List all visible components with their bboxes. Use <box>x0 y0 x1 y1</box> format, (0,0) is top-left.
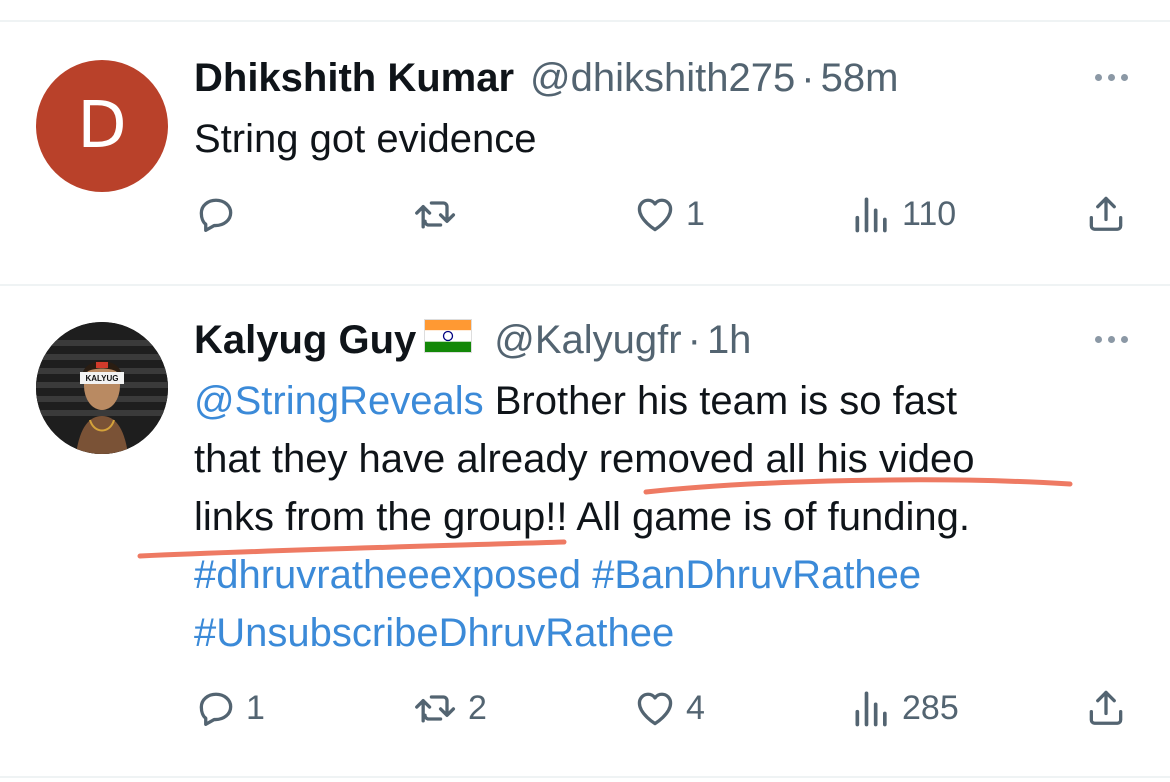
heart-icon <box>637 692 673 726</box>
text-line-3: links from the group!! All game is of fu… <box>194 495 970 539</box>
action-bar: 1 2 4 285 <box>0 686 1170 736</box>
share-button[interactable] <box>1084 686 1128 730</box>
tweet-text: @StringReveals Brother his team is so fa… <box>194 372 1144 662</box>
text-line-1-rest: Brother his team is so fast <box>483 379 958 423</box>
like-count: 4 <box>686 688 705 727</box>
view-count: 285 <box>902 688 959 727</box>
more-options-icon[interactable] <box>1095 74 1128 81</box>
avatar[interactable]: KALYUG <box>36 322 168 454</box>
retweet-icon <box>415 201 456 229</box>
retweet-icon <box>415 695 456 723</box>
views-icon <box>855 197 887 233</box>
retweet-button[interactable]: 2 <box>412 686 487 730</box>
like-button[interactable]: 4 <box>632 686 705 730</box>
avatar[interactable]: D <box>36 60 168 192</box>
separator: · <box>801 55 815 100</box>
view-count: 110 <box>902 194 957 233</box>
india-flag-icon <box>424 318 473 363</box>
reply-icon <box>199 692 233 726</box>
more-options-icon[interactable] <box>1095 336 1128 343</box>
tweet-1[interactable]: D Dhikshith Kumar @dhikshith275 · 58m St… <box>0 0 1170 284</box>
like-count: 1 <box>686 194 705 233</box>
handle[interactable]: @dhikshith275 <box>530 56 795 101</box>
hashtag-line-1[interactable]: #dhruvratheeexposed #BanDhruvRathee <box>194 546 1144 604</box>
share-icon <box>1089 690 1123 725</box>
hashtag-line-2[interactable]: #UnsubscribeDhruvRathee <box>194 604 1144 662</box>
like-button[interactable]: 1 <box>632 192 705 236</box>
avatar-image: KALYUG <box>36 322 168 454</box>
share-icon <box>1089 196 1123 231</box>
timestamp[interactable]: 1h <box>707 318 752 363</box>
text-line-2: that they have already removed all his v… <box>194 437 975 481</box>
heart-icon <box>637 198 673 232</box>
bottom-divider <box>0 776 1170 778</box>
retweet-count: 2 <box>468 688 487 727</box>
timestamp[interactable]: 58m <box>821 56 899 101</box>
reply-button[interactable] <box>194 192 246 236</box>
handle[interactable]: @Kalyugfr <box>494 318 681 363</box>
views-button[interactable]: 110 <box>850 192 956 236</box>
text-line-1: @StringReveals Brother his team is so fa… <box>194 372 1144 430</box>
separator: · <box>687 317 701 362</box>
action-bar: 1 110 <box>0 192 1170 242</box>
tweet-header: Kalyug Guy @Kalyugfr · 1h <box>194 310 751 370</box>
reply-count: 1 <box>246 688 265 727</box>
tweet-2[interactable]: KALYUG Kalyug Guy @Kalyugfr · 1h @String… <box>0 286 1170 782</box>
tweet-text: String got evidence <box>194 117 537 161</box>
views-button[interactable]: 285 <box>850 686 959 730</box>
display-name[interactable]: Kalyug Guy <box>194 318 416 363</box>
display-name[interactable]: Dhikshith Kumar <box>194 56 514 101</box>
retweet-button[interactable] <box>412 192 468 236</box>
views-icon <box>855 691 887 727</box>
avatar-letter: D <box>77 89 127 163</box>
share-button[interactable] <box>1084 192 1128 236</box>
mention-link[interactable]: @StringReveals <box>194 379 484 423</box>
tweet-header: Dhikshith Kumar @dhikshith275 · 58m <box>194 48 898 108</box>
reply-button[interactable]: 1 <box>194 686 265 730</box>
avatar-caption: KALYUG <box>85 374 118 383</box>
reply-icon <box>199 198 233 232</box>
